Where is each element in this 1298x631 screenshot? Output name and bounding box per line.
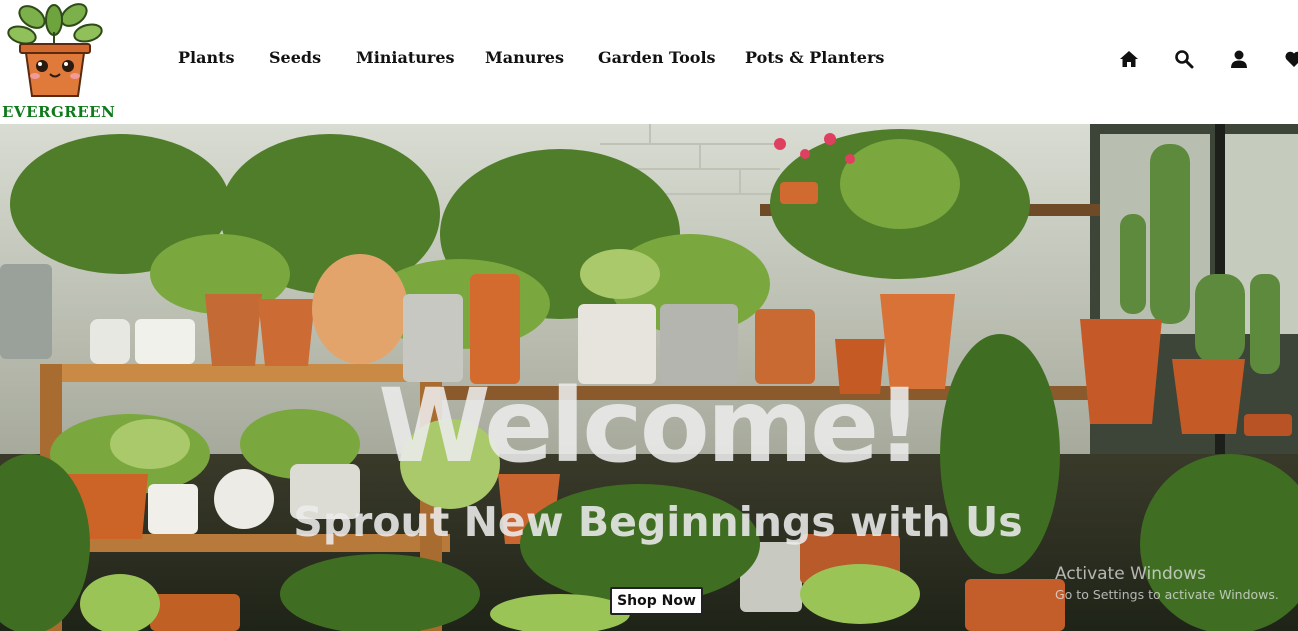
nav-item-pots-planters[interactable]: Pots & Planters: [745, 48, 884, 67]
hero-subtitle: Sprout New Beginnings with Us: [293, 498, 1023, 546]
nav-item-plants[interactable]: Plants: [178, 48, 235, 67]
nav-item-miniatures[interactable]: Miniatures: [356, 48, 455, 67]
heart-icon[interactable]: [1284, 49, 1298, 69]
site-header: EVERGREEN Plants Seeds Miniatures Manure…: [0, 0, 1298, 124]
shop-now-button[interactable]: Shop Now: [610, 587, 703, 615]
hero-title: Welcome!: [378, 367, 923, 486]
nav-item-manures[interactable]: Manures: [485, 48, 564, 67]
watermark-title: Activate Windows: [1055, 564, 1206, 584]
watermark-subtitle: Go to Settings to activate Windows.: [1055, 587, 1279, 602]
home-icon[interactable]: [1119, 49, 1139, 69]
hero-banner: Welcome! Sprout New Beginnings with Us S…: [0, 124, 1298, 631]
user-icon[interactable]: [1229, 49, 1249, 69]
nav-item-garden-tools[interactable]: Garden Tools: [598, 48, 716, 67]
logo[interactable]: EVERGREEN: [0, 0, 116, 124]
brand-name: EVERGREEN: [2, 103, 116, 121]
potted-plant-mascot-icon: [7, 3, 103, 97]
activate-windows-watermark: Activate Windows Go to Settings to activ…: [1055, 564, 1279, 602]
search-icon[interactable]: [1174, 49, 1194, 69]
nav-item-seeds[interactable]: Seeds: [269, 48, 321, 67]
